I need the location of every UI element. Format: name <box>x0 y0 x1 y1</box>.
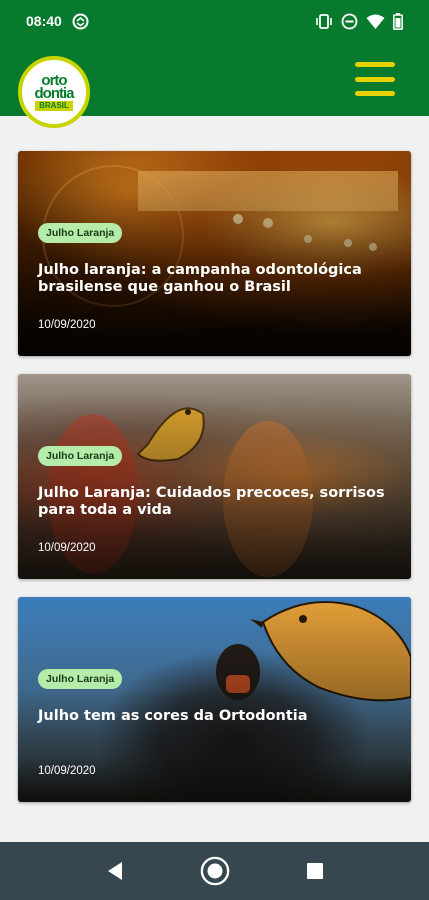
status-icons <box>315 13 403 30</box>
category-tag[interactable]: Julho Laranja <box>38 446 123 466</box>
menu-bar-top <box>355 62 395 67</box>
article-date: 10/09/2020 <box>38 319 96 331</box>
app-bar: orto dontia BRASIL <box>0 44 429 128</box>
vibrate-icon <box>315 13 333 30</box>
system-navigation-bar <box>0 842 429 900</box>
article-title[interactable]: Julho Laranja: Cuidados precoces, sorris… <box>38 485 393 519</box>
hamburger-menu-icon[interactable] <box>355 62 395 96</box>
menu-bar-bottom <box>355 91 395 96</box>
ortodontia-brasil-logo[interactable]: orto dontia BRASIL <box>18 56 90 128</box>
article-card-1[interactable]: Julho Laranja Julho laranja: a campanha … <box>18 151 411 356</box>
category-tag[interactable]: Julho Laranja <box>38 223 123 243</box>
menu-bar-middle <box>355 76 395 82</box>
article-title[interactable]: Julho laranja: a campanha odontológica b… <box>38 262 393 296</box>
logo-line-3: BRASIL <box>35 100 73 111</box>
category-tag[interactable]: Julho Laranja <box>38 669 123 689</box>
article-date: 10/09/2020 <box>38 765 96 777</box>
article-card-2[interactable]: Julho Laranja Julho Laranja: Cuidados pr… <box>18 374 411 579</box>
do-not-disturb-icon <box>341 13 358 30</box>
article-card-3[interactable]: Julho Laranja Julho tem as cores da Orto… <box>18 597 411 802</box>
battery-icon <box>393 13 403 30</box>
recents-icon[interactable] <box>300 856 330 886</box>
wifi-icon <box>366 13 385 30</box>
article-date: 10/09/2020 <box>38 542 96 554</box>
status-bar: 08:40 <box>0 0 429 44</box>
logo-line-2: dontia <box>34 84 75 102</box>
article-title[interactable]: Julho tem as cores da Ortodontia <box>38 708 393 725</box>
article-feed: Julho Laranja Julho laranja: a campanha … <box>18 151 411 820</box>
status-time: 08:40 <box>26 13 62 29</box>
back-icon[interactable] <box>100 856 130 886</box>
home-icon[interactable] <box>200 856 230 886</box>
sync-icon <box>72 13 89 30</box>
